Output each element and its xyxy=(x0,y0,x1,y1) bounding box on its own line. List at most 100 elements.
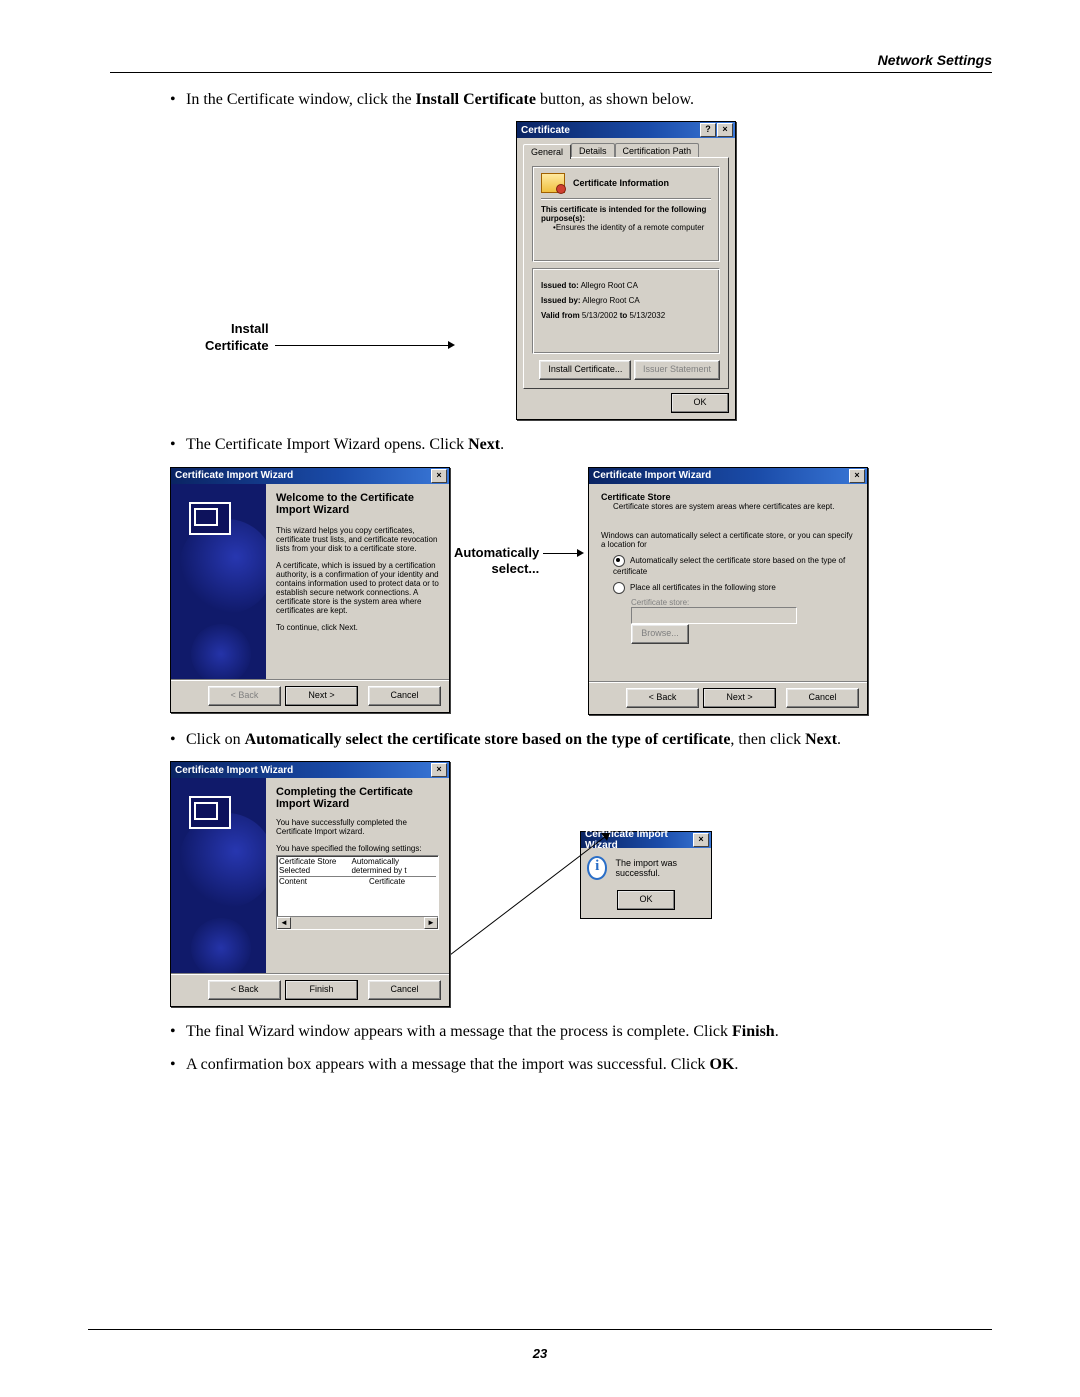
bullet-5-bold: OK xyxy=(709,1056,734,1073)
wizard-complete-title: Certificate Import Wizard xyxy=(175,765,293,776)
radio-place-all[interactable] xyxy=(613,582,625,594)
wizard-complete-heading: Completing the Certificate Import Wizard xyxy=(276,786,439,810)
msgbox-titlebar: Certificate Import Wizard × xyxy=(581,832,711,848)
bullet-2: The Certificate Import Wizard opens. Cli… xyxy=(170,434,992,456)
bullet-2-post: . xyxy=(500,436,504,453)
divider-top xyxy=(110,72,992,73)
cert-dialog-title: Certificate xyxy=(521,125,570,136)
scroll-right-icon[interactable]: ► xyxy=(424,917,438,929)
msgbox-title: Certificate Import Wizard xyxy=(585,829,693,851)
store-p1: Windows can automatically select a certi… xyxy=(601,531,855,549)
wizard-welcome-heading: Welcome to the Certificate Import Wizard xyxy=(276,492,439,516)
cert-tabs: General Details Certification Path xyxy=(523,143,729,158)
cert-purpose-item: Ensures the identity of a remote compute… xyxy=(556,223,705,232)
bullet-1-post: button, as shown below. xyxy=(536,91,694,108)
import-success-msgbox: Certificate Import Wizard × i The import… xyxy=(580,831,712,919)
cert-purpose-line: This certificate is intended for the fol… xyxy=(541,205,711,223)
bullet-2-bold: Next xyxy=(468,436,500,453)
install-certificate-button[interactable]: Install Certificate... xyxy=(539,360,631,380)
section-header: Network Settings xyxy=(110,52,992,68)
list-col2-row1: Automatically determined by t xyxy=(351,857,436,875)
radio-place-all-label: Place all certificates in the following … xyxy=(630,583,776,592)
wizard-complete-finish-button[interactable]: Finish xyxy=(285,980,358,1000)
wizard-store-back-button[interactable]: < Back xyxy=(626,688,699,708)
store-heading: Certificate Store xyxy=(601,492,855,502)
valid-to-value: 5/13/2032 xyxy=(630,311,666,320)
wizard-sidebar-graphic xyxy=(171,484,266,679)
bullet-5-pre: A confirmation box appears with a messag… xyxy=(186,1056,709,1073)
wizard-complete-p2: You have specified the following setting… xyxy=(276,844,439,853)
bullet-1-bold: Install Certificate xyxy=(416,91,536,108)
close-button[interactable]: × xyxy=(717,123,733,137)
certificate-icon xyxy=(541,173,565,193)
list-col1-row2: Content xyxy=(279,877,369,886)
msgbox-ok-button[interactable]: OK xyxy=(617,890,675,910)
bullet-3-post2: . xyxy=(837,731,841,748)
divider-bottom xyxy=(88,1329,992,1330)
wizard-store-cancel-button[interactable]: Cancel xyxy=(786,688,859,708)
bullet-3-bold2: Next xyxy=(805,731,837,748)
tab-general[interactable]: General xyxy=(523,144,571,159)
settings-listbox: Certificate Store Selected Automatically… xyxy=(276,855,439,930)
close-icon[interactable]: × xyxy=(431,763,447,777)
wizard-welcome-dialog: Certificate Import Wizard × Welcome to t… xyxy=(170,467,450,713)
close-icon[interactable]: × xyxy=(431,469,447,483)
wizard-welcome-title: Certificate Import Wizard xyxy=(175,470,293,481)
bullet-4-bold: Finish xyxy=(732,1023,775,1040)
browse-button: Browse... xyxy=(631,624,689,644)
wizard-welcome-next-button[interactable]: Next > xyxy=(285,686,358,706)
wizard-complete-back-button[interactable]: < Back xyxy=(208,980,281,1000)
callout-auto-select: Automatically select... xyxy=(454,545,539,578)
wizard-welcome-p3: To continue, click Next. xyxy=(276,623,439,632)
bullet-4: The final Wizard window appears with a m… xyxy=(170,1021,992,1043)
bullet-4-pre: The final Wizard window appears with a m… xyxy=(186,1023,732,1040)
wizard-sidebar-graphic xyxy=(171,778,266,973)
cert-info-heading: Certificate Information xyxy=(573,178,669,188)
msgbox-message: The import was successful. xyxy=(615,858,705,878)
store-sub: Certificate stores are system areas wher… xyxy=(601,502,855,511)
bullet-5: A confirmation box appears with a messag… xyxy=(170,1054,992,1076)
store-field-label: Certificate store: xyxy=(631,598,855,607)
help-button[interactable]: ? xyxy=(700,123,716,137)
issuer-statement-button: Issuer Statement xyxy=(634,360,720,380)
certificate-dialog: Certificate ? × General Details Certific… xyxy=(516,121,736,420)
wizard-store-next-button[interactable]: Next > xyxy=(703,688,776,708)
bullet-1: In the Certificate window, click the Ins… xyxy=(170,89,992,111)
wizard-welcome-p2: A certificate, which is issued by a cert… xyxy=(276,561,439,615)
wizard-complete-titlebar: Certificate Import Wizard × xyxy=(171,762,449,778)
cert-dialog-titlebar: Certificate ? × xyxy=(517,122,735,138)
wizard-store-titlebar: Certificate Import Wizard × xyxy=(589,468,867,484)
issued-to-value: Allegro Root CA xyxy=(581,281,638,290)
valid-from-label: Valid from xyxy=(541,311,580,320)
radio-auto-select-label: Automatically select the certificate sto… xyxy=(613,556,845,576)
issued-by-value: Allegro Root CA xyxy=(582,296,639,305)
tab-details[interactable]: Details xyxy=(571,143,615,158)
info-icon: i xyxy=(587,856,607,880)
tab-cert-path[interactable]: Certification Path xyxy=(615,143,700,158)
wizard-complete-p1: You have successfully completed the Cert… xyxy=(276,818,439,836)
list-col2-row2: Certificate xyxy=(369,877,405,886)
radio-auto-select[interactable] xyxy=(613,555,625,567)
cert-tab-panel: Certificate Information This certificate… xyxy=(523,157,729,389)
bullet-3-pre: Click on xyxy=(186,731,245,748)
bullet-2-pre: The Certificate Import Wizard opens. Cli… xyxy=(186,436,468,453)
bullet-3: Click on Automatically select the certif… xyxy=(170,729,992,751)
bullet-3-bold: Automatically select the certificate sto… xyxy=(245,731,731,748)
wizard-complete-cancel-button[interactable]: Cancel xyxy=(368,980,441,1000)
scroll-left-icon[interactable]: ◄ xyxy=(277,917,291,929)
wizard-store-title: Certificate Import Wizard xyxy=(593,470,711,481)
wizard-welcome-p1: This wizard helps you copy certificates,… xyxy=(276,526,439,553)
list-col1-row1: Certificate Store Selected xyxy=(279,857,351,875)
cert-ok-button[interactable]: OK xyxy=(671,393,729,413)
valid-to-label: to xyxy=(620,311,628,320)
close-icon[interactable]: × xyxy=(693,833,709,847)
valid-from-value: 5/13/2002 xyxy=(582,311,618,320)
wizard-welcome-cancel-button[interactable]: Cancel xyxy=(368,686,441,706)
callout-install-certificate: Install Certificate xyxy=(205,321,269,354)
wizard-complete-dialog: Certificate Import Wizard × Completing t… xyxy=(170,761,450,1007)
bullet-4-post: . xyxy=(775,1023,779,1040)
wizard-store-dialog: Certificate Import Wizard × Certificate … xyxy=(588,467,868,715)
close-icon[interactable]: × xyxy=(849,469,865,483)
horiz-scrollbar[interactable]: ◄ ► xyxy=(277,916,438,929)
bullet-5-post: . xyxy=(734,1056,738,1073)
